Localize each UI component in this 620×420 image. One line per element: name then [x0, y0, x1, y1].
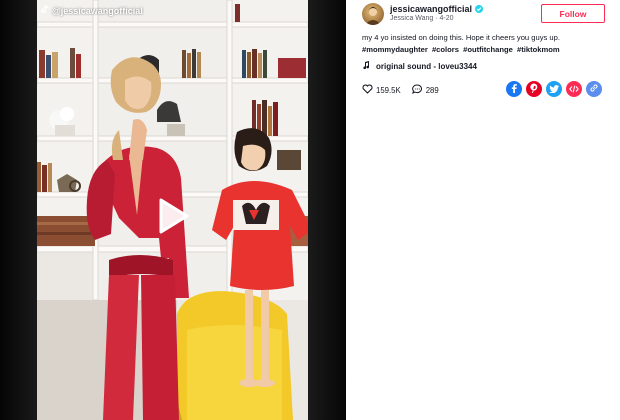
- share-copy-link-button[interactable]: [586, 81, 602, 97]
- engagement-stats: 159.5K 289: [362, 84, 450, 96]
- twitter-icon: [549, 80, 559, 98]
- video-backdrop-left: [0, 0, 37, 420]
- video-info-panel: jessicawangofficial Jessica Wang · 4-20 …: [346, 0, 620, 420]
- link-icon: [589, 80, 599, 98]
- share-twitter-button[interactable]: [546, 81, 562, 97]
- author-meta: Jessica Wang · 4-20: [390, 15, 454, 22]
- video-caption: my 4 yo insisted on doing this. Hope it …: [362, 33, 560, 42]
- comment-button[interactable]: 289: [411, 84, 439, 96]
- comment-icon: [411, 84, 423, 96]
- share-embed-button[interactable]: [566, 81, 582, 97]
- hashtag-link[interactable]: #outfitchange: [463, 45, 513, 54]
- hashtag-link[interactable]: #colors: [432, 45, 459, 54]
- author-username-text: jessicawangofficial: [390, 4, 473, 14]
- hashtag-link[interactable]: #tiktokmom: [517, 45, 560, 54]
- video-watermark: @jessicawangofficial: [41, 5, 143, 16]
- watermark-handle: @jessicawangofficial: [52, 5, 143, 16]
- facebook-icon: [510, 80, 518, 98]
- video-frame[interactable]: @jessicawangofficial: [37, 0, 308, 420]
- video-backdrop-right: [308, 0, 346, 420]
- play-icon: [155, 198, 189, 240]
- share-facebook-button[interactable]: [506, 81, 522, 97]
- hashtag-list: #mommydaughter #colors #outfitchange #ti…: [362, 44, 562, 56]
- sound-title: original sound - loveu3344: [376, 62, 477, 71]
- embed-icon: [569, 80, 579, 98]
- author-avatar[interactable]: [362, 3, 384, 25]
- heart-icon: [362, 84, 373, 96]
- share-bar: [506, 81, 602, 97]
- pinterest-icon: [530, 80, 538, 98]
- like-count: 159.5K: [376, 85, 401, 95]
- share-pinterest-button[interactable]: [526, 81, 542, 97]
- play-button[interactable]: [155, 196, 189, 236]
- music-note-icon: [362, 61, 370, 72]
- verified-badge-icon: [475, 5, 484, 13]
- hashtag-link[interactable]: #mommydaughter: [362, 45, 428, 54]
- comment-count: 289: [425, 85, 439, 95]
- tiktok-logo-icon: [41, 5, 49, 16]
- sound-link[interactable]: original sound - loveu3344: [362, 61, 477, 72]
- like-button[interactable]: 159.5K: [362, 84, 401, 96]
- author-username[interactable]: jessicawangofficial: [390, 4, 484, 14]
- video-player[interactable]: @jessicawangofficial: [0, 0, 346, 420]
- follow-button[interactable]: Follow: [541, 4, 605, 23]
